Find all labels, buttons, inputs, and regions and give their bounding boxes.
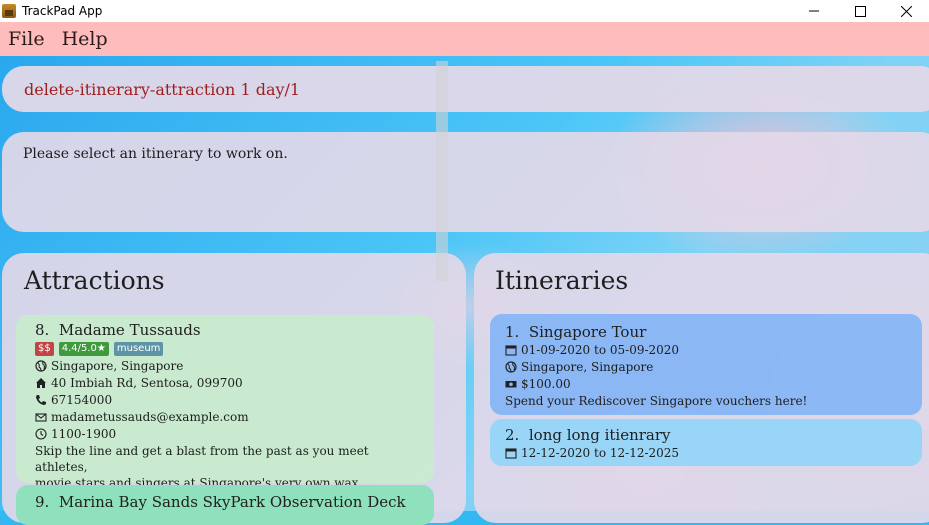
itinerary-card[interactable]: 2. long long itienrary 12-12-2020 to 12-…: [490, 419, 922, 466]
globe-icon: [35, 359, 47, 372]
attraction-index: 8.: [35, 321, 50, 339]
menu-help[interactable]: Help: [54, 28, 117, 50]
attraction-phone: 67154000: [51, 392, 113, 407]
app-icon: [2, 4, 16, 18]
attraction-name-text: Marina Bay Sands SkyPark Observation Dec…: [58, 493, 406, 511]
attraction-email: madametussauds@example.com: [51, 409, 249, 424]
email-icon: [35, 412, 47, 422]
attraction-index: 9.: [35, 493, 50, 511]
maximize-icon: [854, 5, 866, 17]
itinerary-card[interactable]: 1. Singapore Tour 01-09-2020 to 05-09-20…: [490, 314, 922, 415]
itineraries-title: Itineraries: [495, 266, 629, 295]
rating-badge: 4.4/5.0★: [58, 341, 109, 356]
tag-badge: museum: [113, 341, 164, 356]
window-title-bar: TrackPad App: [0, 0, 929, 22]
clock-icon: [35, 427, 47, 440]
itinerary-dates: 12-12-2020 to 12-12-2025: [521, 445, 680, 460]
minimize-icon: [809, 10, 819, 12]
menu-bar: File Help: [0, 22, 929, 56]
attraction-description-line1: Skip the line and get a blast from the p…: [35, 444, 369, 474]
command-input[interactable]: [24, 79, 824, 99]
close-button[interactable]: [883, 0, 929, 22]
itinerary-location: Singapore, Singapore: [521, 359, 654, 374]
itinerary-name: long long itienrary: [528, 426, 671, 444]
attraction-location: Singapore, Singapore: [51, 358, 184, 373]
itinerary-budget: $100.00: [521, 376, 571, 391]
close-icon: [900, 5, 912, 17]
attraction-name: 8. Madame Tussauds: [35, 321, 415, 339]
attractions-title: Attractions: [24, 266, 165, 295]
maximize-button[interactable]: [837, 0, 883, 22]
itinerary-index: 1.: [505, 323, 520, 341]
itinerary-description: Spend your Rediscover Singapore vouchers…: [505, 393, 808, 408]
home-icon: [36, 377, 46, 388]
money-icon: [505, 380, 517, 387]
attraction-address: 40 Imbiah Rd, Sentosa, 099700: [51, 375, 243, 390]
calendar-icon: [505, 447, 517, 459]
result-display: Please select an itinerary to work on.: [2, 132, 929, 232]
globe-icon: [505, 360, 517, 373]
window-title: TrackPad App: [22, 4, 103, 18]
attraction-card[interactable]: 8. Madame Tussauds $$ 4.4/5.0★ museum Si…: [16, 315, 434, 506]
menu-file[interactable]: File: [0, 28, 54, 50]
itinerary-dates: 01-09-2020 to 05-09-2020: [521, 342, 680, 357]
calendar-icon: [505, 344, 517, 356]
command-box[interactable]: [2, 66, 929, 112]
price-badge: $$: [35, 341, 54, 356]
phone-icon: [36, 394, 46, 405]
itinerary-name: Singapore Tour: [528, 323, 647, 341]
attraction-hours: 1100-1900: [51, 426, 117, 441]
minimize-button[interactable]: [791, 0, 837, 22]
attractions-scrollbar[interactable]: [436, 61, 448, 281]
attraction-name-text: Madame Tussauds: [58, 321, 201, 339]
result-message: Please select an itinerary to work on.: [23, 146, 288, 162]
attraction-card-selected[interactable]: 9. Marina Bay Sands SkyPark Observation …: [16, 485, 434, 525]
itinerary-index: 2.: [505, 426, 520, 444]
